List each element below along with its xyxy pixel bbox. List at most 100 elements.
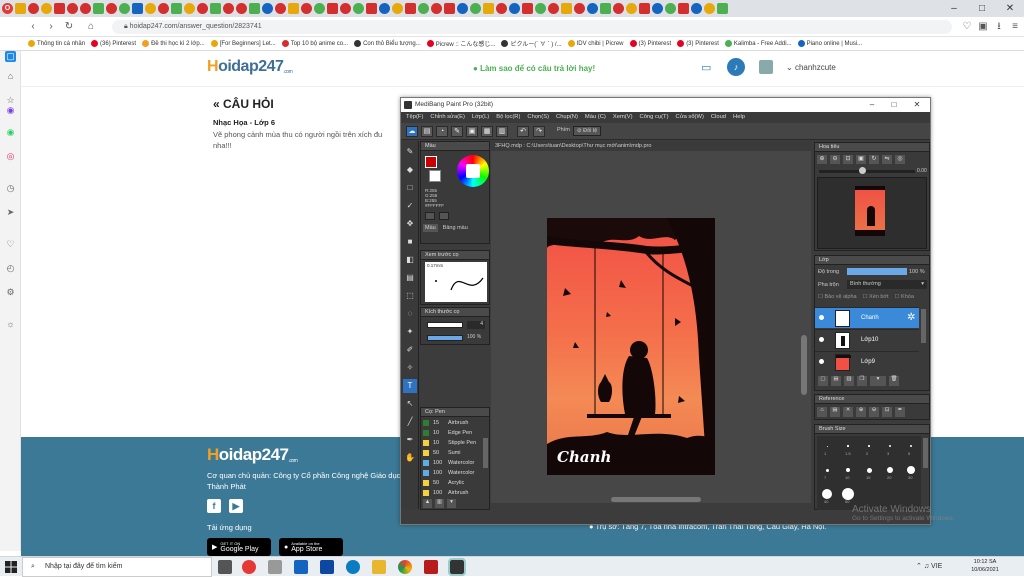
calculator-icon[interactable] — [268, 560, 282, 574]
browser-tab-icon[interactable] — [418, 3, 429, 14]
brush-size-value[interactable]: 4 — [467, 321, 485, 329]
browser-tab-icon[interactable] — [587, 3, 598, 14]
eye-icon[interactable] — [819, 337, 824, 342]
layer-icon[interactable]: ▥ — [496, 126, 508, 137]
browser-tab-icon[interactable] — [704, 3, 715, 14]
browser-tab-icon[interactable] — [548, 3, 559, 14]
bucket-tool-icon[interactable]: ◧ — [403, 253, 417, 267]
brush-size-dot[interactable] — [825, 468, 829, 472]
tab-color[interactable]: Màu — [423, 224, 438, 232]
menu-item[interactable]: Bộ lọc(R) — [496, 112, 520, 123]
brush-icon[interactable]: ✎ — [451, 126, 463, 137]
lasso-tool-icon[interactable]: ◌ — [403, 307, 417, 321]
menu-item[interactable]: Chụp(N) — [556, 112, 578, 123]
brush-size-dot[interactable] — [868, 445, 870, 447]
zoom-in-icon[interactable]: ⊕ — [856, 407, 866, 417]
layer-item[interactable]: Lớp10 — [815, 329, 919, 350]
windows-start-icon[interactable] — [4, 560, 18, 574]
blend-mode-select[interactable]: Bình thường ▾ — [847, 280, 927, 289]
browser-tab-icon[interactable] — [392, 3, 403, 14]
browser-tab-icon[interactable] — [496, 3, 507, 14]
redo-icon[interactable]: ↷ — [533, 126, 545, 137]
medibang-taskbar-icon[interactable] — [448, 558, 466, 576]
avatar[interactable] — [759, 60, 773, 74]
alpha-protect-checkbox[interactable]: ☐ Bảo vệ alpha — [818, 294, 857, 300]
copy-brush-icon[interactable]: ▥ — [435, 499, 444, 508]
browser-tab-icon[interactable] — [41, 3, 52, 14]
fit-icon[interactable]: ⊡ — [843, 155, 853, 164]
bulb-icon[interactable]: ☼ — [5, 319, 16, 330]
brush-size-dot[interactable] — [889, 445, 891, 447]
bookmark-item[interactable]: Top 10 bộ anime co... — [281, 40, 348, 47]
eyedropper-icon[interactable]: ✒ — [895, 407, 905, 417]
browser-tab-icon[interactable] — [145, 3, 156, 14]
browser-tab-icon[interactable] — [119, 3, 130, 14]
clip-checkbox[interactable]: ☐ Xén bớt — [863, 294, 889, 300]
brush-size-dot[interactable] — [866, 467, 872, 473]
history-icon[interactable]: ◴ — [5, 263, 16, 274]
canvas-area[interactable]: Chanh — [491, 151, 811, 503]
messenger-icon[interactable]: ◉ — [5, 105, 16, 116]
bookmark-item[interactable]: Kalimba - Free Addi... — [724, 40, 792, 47]
bookmark-item[interactable]: Con thỏ Biểu tượng... — [354, 40, 421, 47]
layer-item[interactable]: Chanh ✲ — [815, 307, 919, 328]
bookmark-item[interactable]: (36) Pinterest — [91, 40, 136, 47]
gradient-tool-icon[interactable]: ▤ — [403, 271, 417, 285]
browser-tab-icon[interactable] — [353, 3, 364, 14]
gear-icon[interactable]: ✲ — [907, 312, 915, 323]
brush-item[interactable]: 100 Airbrush — [421, 488, 481, 498]
minimize-icon[interactable]: – — [861, 98, 883, 112]
menu-item[interactable]: Cloud — [711, 112, 726, 123]
browser-tab-icon[interactable] — [106, 3, 117, 14]
opacity-slider[interactable] — [427, 335, 463, 341]
question-subject[interactable]: Nhạc Họa - Lớp 6 — [213, 118, 275, 127]
merge-layer-icon[interactable]: ▾ — [870, 376, 886, 386]
language-indicator[interactable]: VIE — [931, 563, 942, 570]
browser-tab-icon[interactable] — [197, 3, 208, 14]
footer-logo[interactable]: Hoidap247.com — [207, 445, 298, 465]
background-color-swatch[interactable] — [429, 170, 441, 182]
select-eraser-icon[interactable]: ✧ — [403, 361, 417, 375]
menu-item[interactable]: Tệp(F) — [406, 112, 423, 123]
brush-list-scrollbar[interactable] — [483, 438, 488, 468]
select-tool-icon[interactable]: ⬚ — [403, 289, 417, 303]
heart-icon[interactable]: ♡ — [5, 239, 16, 250]
browser-tab-icon[interactable] — [483, 3, 494, 14]
browser-tab-icon[interactable] — [691, 3, 702, 14]
browser-tab-icon[interactable] — [223, 3, 234, 14]
brush-size-dot[interactable] — [822, 489, 832, 499]
browser-tab-icon[interactable] — [509, 3, 520, 14]
browser-tab-icon[interactable] — [444, 3, 455, 14]
browser-tab-icon[interactable] — [574, 3, 585, 14]
cloud-icon[interactable]: ☁ — [406, 126, 418, 137]
whatsapp-icon[interactable]: ◉ — [5, 127, 16, 138]
browser-tab-icon[interactable] — [54, 3, 65, 14]
browser-tab-icon[interactable] — [366, 3, 377, 14]
layer-opacity-slider[interactable] — [847, 268, 907, 275]
browser-tab-icon[interactable] — [600, 3, 611, 14]
new-layer-icon[interactable]: ▢ — [818, 376, 828, 386]
zoom-out-icon[interactable]: ⊖ — [869, 407, 879, 417]
navigator-preview[interactable] — [817, 177, 927, 249]
browser-tab-icon[interactable] — [717, 3, 728, 14]
brush-menu-icon[interactable]: ▾ — [447, 499, 456, 508]
menu-item[interactable]: Xem(V) — [613, 112, 633, 123]
chrome-icon[interactable] — [398, 560, 412, 574]
eye-icon[interactable] — [819, 359, 824, 364]
move-tool-icon[interactable]: ✥ — [403, 217, 417, 231]
heart-icon[interactable]: ♡ — [960, 20, 974, 34]
artwork-canvas[interactable]: Chanh — [547, 218, 715, 475]
browser-tab-icon[interactable] — [522, 3, 533, 14]
bookmark-item[interactable]: Piano online | Musi... — [797, 40, 862, 47]
zoom-slider-thumb[interactable] — [859, 167, 866, 174]
browser-tab-icon[interactable] — [80, 3, 91, 14]
browser-tab-icon[interactable] — [431, 3, 442, 14]
bookmark-item[interactable]: (3) Pinterest — [677, 40, 719, 47]
brush-item[interactable]: 100 Watercolor — [421, 458, 481, 468]
site-logo[interactable]: Hoidap247.com — [207, 58, 293, 76]
eyedropper-tool-icon[interactable]: ✒ — [403, 433, 417, 447]
symmetry-button[interactable]: ⊘ Đối lệ — [573, 126, 602, 136]
menu-icon[interactable]: ≡ — [1008, 20, 1022, 34]
rect-tool-icon[interactable]: □ — [403, 181, 417, 195]
foreground-color-swatch[interactable] — [425, 156, 437, 168]
